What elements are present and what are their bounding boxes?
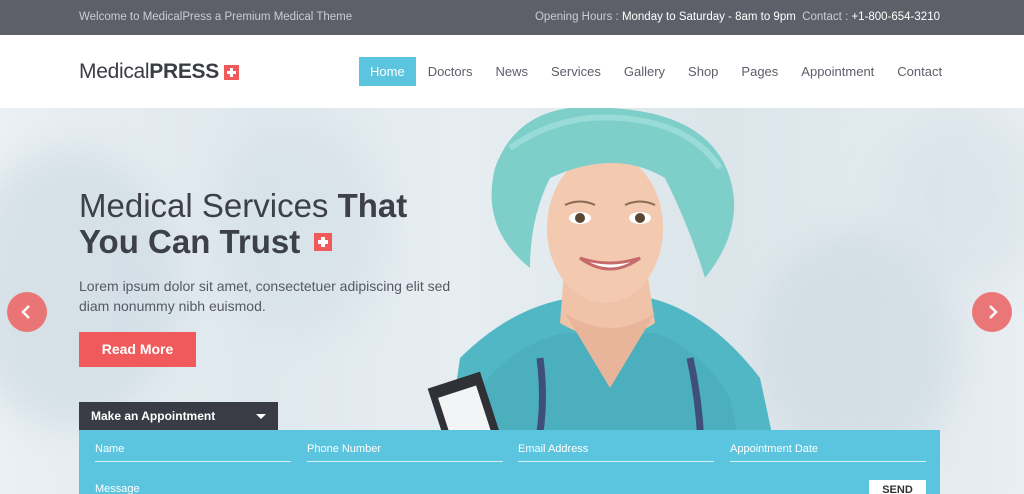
hours-value: Monday to Saturday - 8am to 9pm xyxy=(621,11,796,23)
contact-phone[interactable]: +1-800-654-3210 xyxy=(851,11,940,23)
message-field[interactable]: Message xyxy=(95,483,140,494)
name-field[interactable]: Name xyxy=(95,442,291,462)
site-logo[interactable]: Medical PRESS xyxy=(79,60,239,84)
nav-gallery[interactable]: Gallery xyxy=(613,57,676,86)
nav-pages[interactable]: Pages xyxy=(730,57,789,86)
hero-heading-bold-2: You Can Trust xyxy=(79,223,301,260)
slider-next-button[interactable] xyxy=(972,292,1012,332)
hero-heading-bold-1: That xyxy=(337,187,408,224)
appointment-tab-label: Make an Appointment xyxy=(91,409,216,423)
hero-description: Lorem ipsum dolor sit amet, consectetuer… xyxy=(79,278,451,314)
hours-label: Opening Hours : xyxy=(534,11,619,23)
top-bar: Welcome to MedicalPress a Premium Medica… xyxy=(0,0,1024,35)
logo-text-bold: PRESS xyxy=(149,60,219,83)
read-more-button[interactable]: Read More xyxy=(79,332,196,367)
nav-news[interactable]: News xyxy=(484,57,539,86)
main-nav: Home Doctors News Services Gallery Shop … xyxy=(359,57,954,86)
chevron-left-icon xyxy=(21,305,30,319)
nav-services[interactable]: Services xyxy=(540,57,612,86)
hero-heading: Medical Services That You Can Trust xyxy=(79,188,499,260)
slider-prev-button[interactable] xyxy=(7,292,47,332)
site-header: Medical PRESS Home Doctors News Services … xyxy=(0,35,1024,108)
phone-field[interactable]: Phone Number xyxy=(307,442,503,462)
nav-contact[interactable]: Contact xyxy=(886,57,953,86)
hero-slider: Medical Services That You Can Trust Lore… xyxy=(0,108,1024,494)
caret-down-icon xyxy=(256,414,266,419)
nav-doctors[interactable]: Doctors xyxy=(417,57,484,86)
nav-appointment[interactable]: Appointment xyxy=(790,57,885,86)
date-field[interactable]: Appointment Date xyxy=(730,442,926,462)
top-info: Opening Hours : Monday to Saturday - 8am… xyxy=(535,11,940,23)
hero-heading-light: Medical Services xyxy=(79,187,338,224)
nav-shop[interactable]: Shop xyxy=(677,57,729,86)
chevron-right-icon xyxy=(989,305,998,319)
medical-cross-icon xyxy=(223,64,239,80)
welcome-text: Welcome to MedicalPress a Premium Medica… xyxy=(79,11,353,23)
send-button[interactable]: SEND xyxy=(869,480,926,494)
logo-text-light: Medical xyxy=(79,60,150,83)
nav-home[interactable]: Home xyxy=(359,57,416,86)
contact-label: Contact : xyxy=(802,11,849,23)
email-field[interactable]: Email Address xyxy=(518,442,714,462)
medical-cross-icon xyxy=(314,233,333,251)
appointment-form: Name Phone Number Email Address Appointm… xyxy=(79,430,940,494)
appointment-tab[interactable]: Make an Appointment xyxy=(79,402,278,430)
